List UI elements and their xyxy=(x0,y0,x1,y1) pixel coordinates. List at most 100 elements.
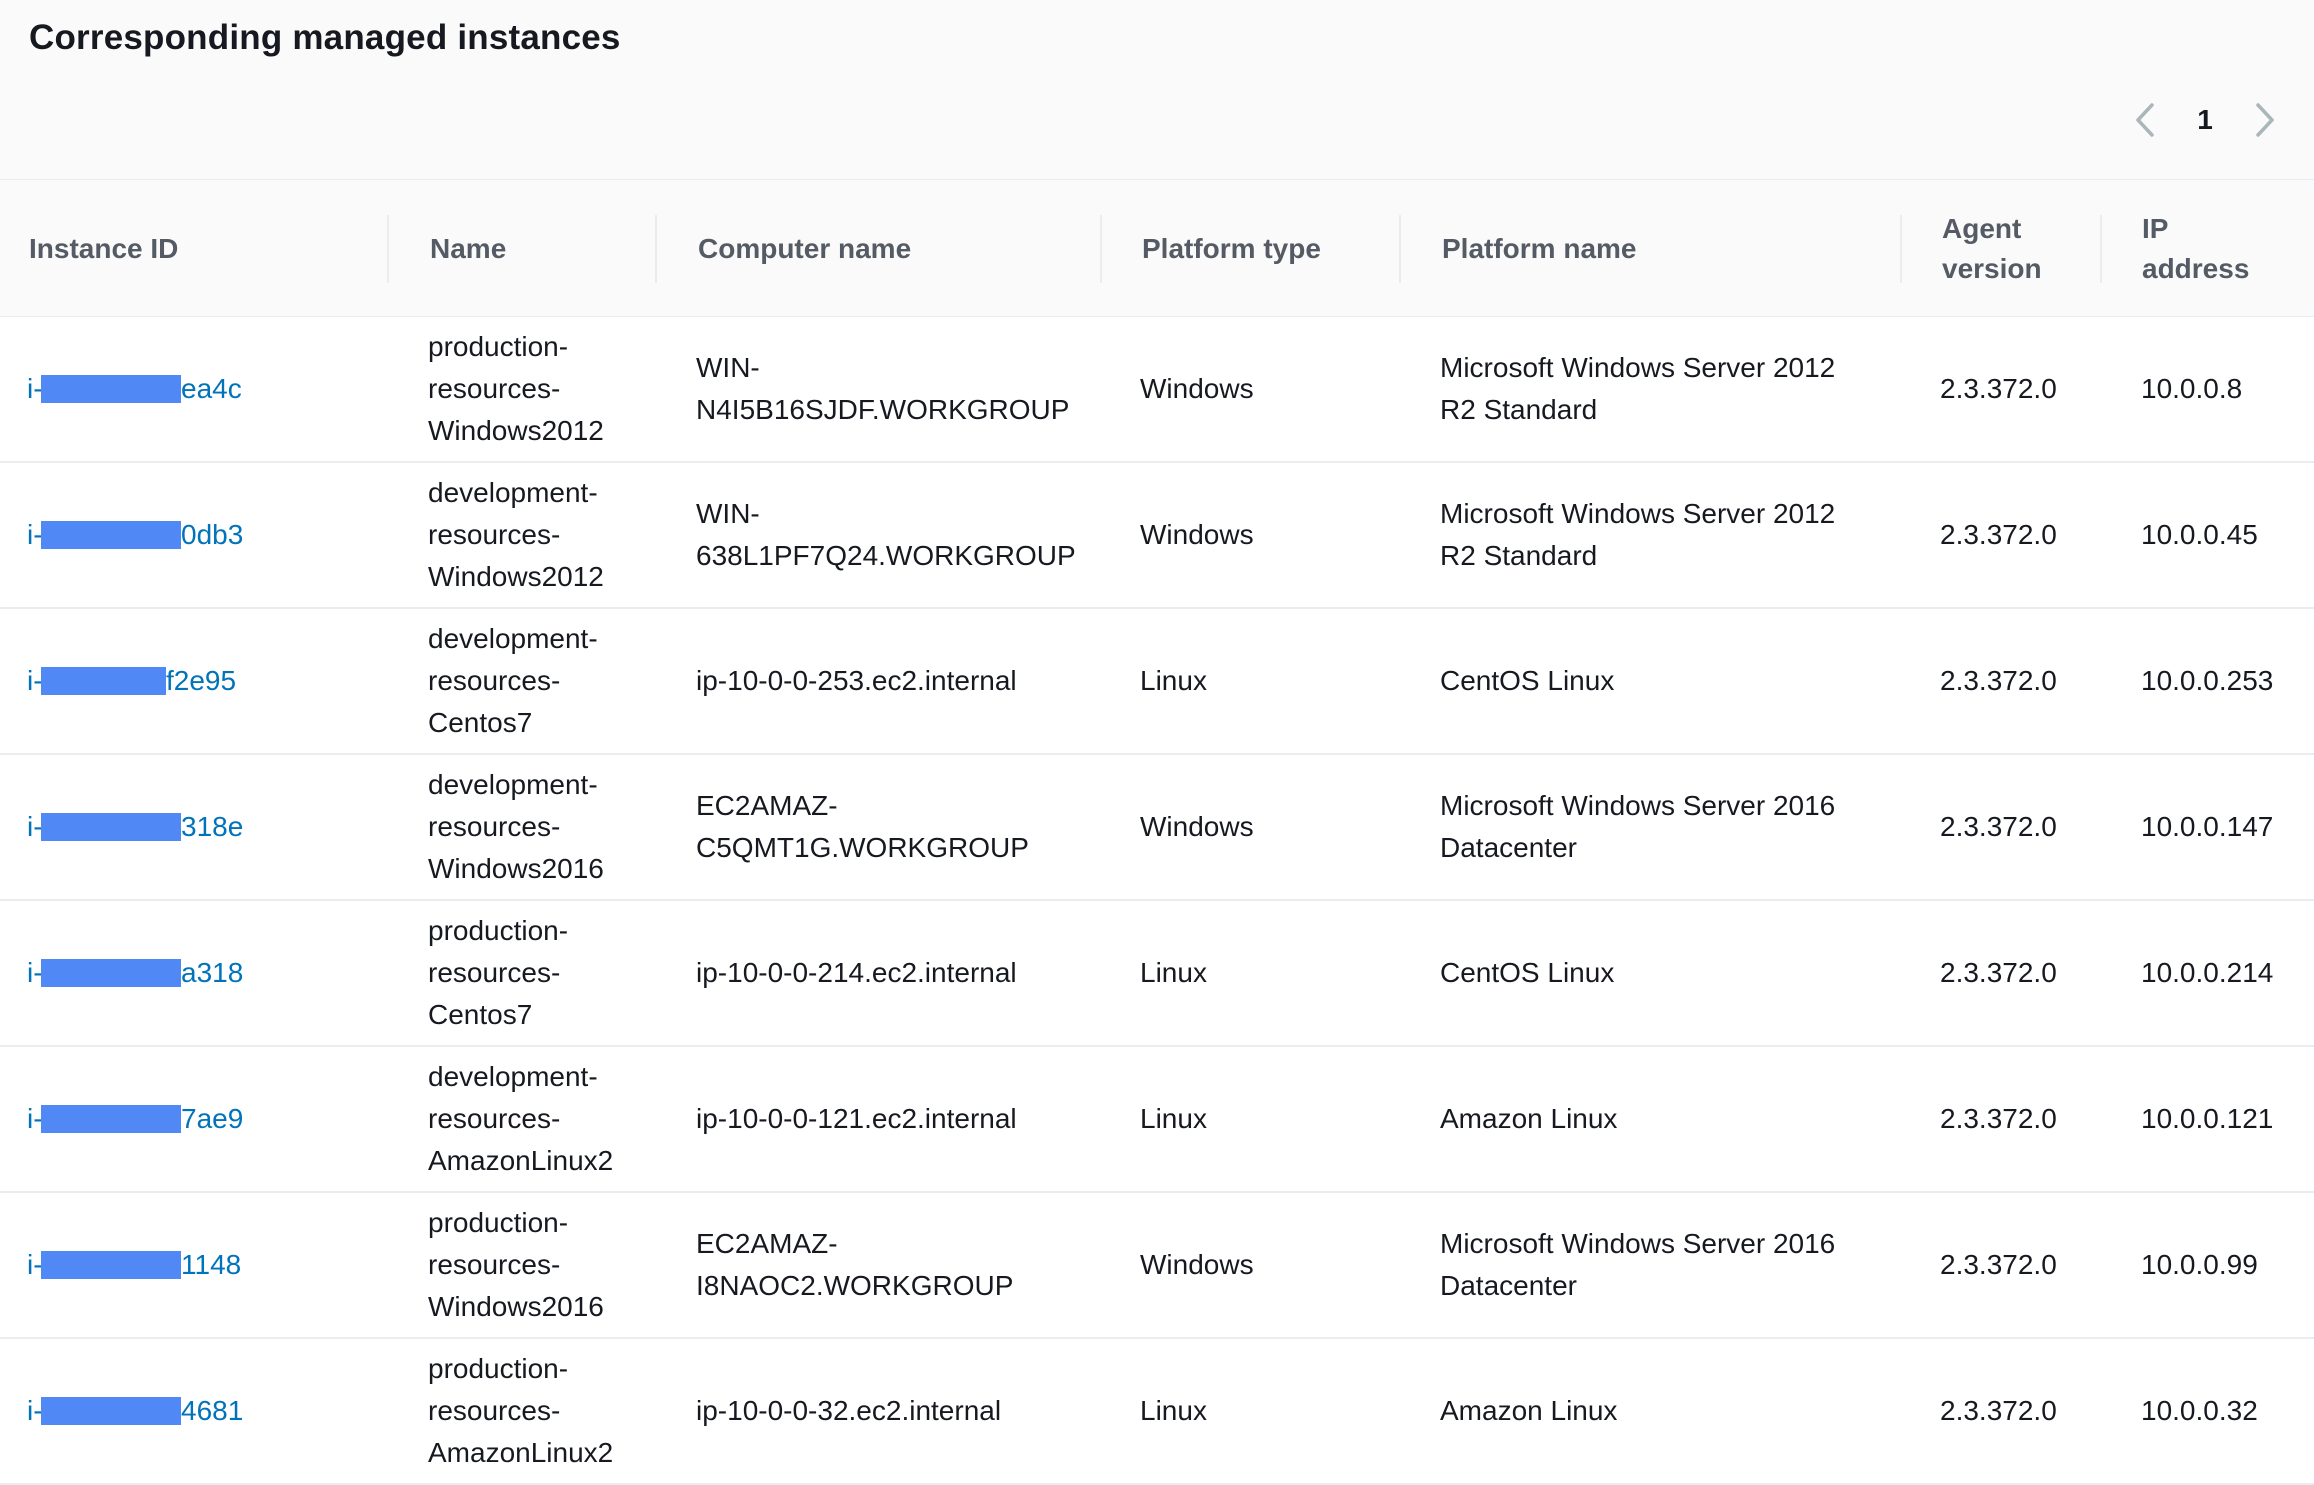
ip-address-text: 10.0.0.253 xyxy=(2141,665,2274,696)
instance-id-suffix[interactable]: 7ae9 xyxy=(181,1098,243,1140)
name-line: resources- xyxy=(428,665,561,696)
name-line: Centos7 xyxy=(428,999,533,1030)
instance-id-link[interactable]: i-f2e95 xyxy=(27,660,236,702)
column-divider xyxy=(2100,215,2102,283)
page-number[interactable]: 1 xyxy=(2170,104,2240,136)
platform-name-line: R2 Standard xyxy=(1440,540,1598,571)
instance-id-suffix[interactable]: 4681 xyxy=(181,1390,243,1432)
computer-name-line: WIN- xyxy=(696,352,760,383)
computer-name-line: ip-10-0-0-121.ec2.internal xyxy=(696,1103,1017,1134)
instance-id-link[interactable]: i- 1148 xyxy=(27,1244,241,1286)
instance-id-suffix[interactable]: a318 xyxy=(181,952,243,994)
name-text: development-resources- Windows2012 xyxy=(428,472,604,598)
column-header-instance-id[interactable]: Instance ID xyxy=(29,180,359,317)
platform-name-cell: CentOS Linux xyxy=(1440,901,1890,1045)
instance-id-suffix[interactable]: 318e xyxy=(181,806,243,848)
ip-address-text: 10.0.0.8 xyxy=(2141,373,2243,404)
computer-name-cell: EC2AMAZ- I8NAOC2.WORKGROUP xyxy=(696,1193,1106,1337)
table-row: i- 1148 production-resources- Windows2016 EC… xyxy=(0,1193,2314,1339)
instance-id-link[interactable]: i- 4681 xyxy=(27,1390,243,1432)
pagination: 1 xyxy=(2120,96,2290,144)
platform-name-line: Datacenter xyxy=(1440,832,1577,863)
agent-version-text: 2.3.372.0 xyxy=(1940,1103,2057,1134)
platform-name-line: Microsoft Windows Server 2016 xyxy=(1440,1228,1836,1259)
platform-name-cell: Amazon Linux xyxy=(1440,1339,1890,1483)
platform-type-cell: Windows xyxy=(1140,317,1410,461)
name-cell: development-resources- Windows2012 xyxy=(428,463,658,607)
redaction-bar xyxy=(41,959,181,987)
computer-name-cell: ip-10-0-0-121.ec2.internal xyxy=(696,1047,1106,1191)
table-row: i- 318e development-resources- Windows2016 E… xyxy=(0,755,2314,901)
table-row: i-a318 production-resources- Centos7 ip-10-… xyxy=(0,901,2314,1047)
column-header-platform-name[interactable]: Platform name xyxy=(1442,180,1882,317)
platform-type-cell: Linux xyxy=(1140,1047,1410,1191)
computer-name-line: N4I5B16SJDF.WORKGROUP xyxy=(696,394,1070,425)
name-cell: production-resources- Centos7 xyxy=(428,901,658,1045)
computer-name-text: WIN- N4I5B16SJDF.WORKGROUP xyxy=(696,347,1069,431)
computer-name-text: EC2AMAZ- C5QMT1G.WORKGROUP xyxy=(696,785,1029,869)
column-divider xyxy=(655,215,657,283)
instance-id-suffix[interactable]: ea4c xyxy=(181,368,242,410)
table-row: i-ea4c production-resources- Windows2012 WI… xyxy=(0,317,2314,463)
platform-name-cell: Microsoft Windows Server 2012 R2 Standard xyxy=(1440,317,1890,461)
redaction-bar xyxy=(41,375,181,403)
previous-page-button[interactable] xyxy=(2120,96,2170,144)
redaction-bar xyxy=(41,1105,181,1133)
computer-name-cell: WIN- N4I5B16SJDF.WORKGROUP xyxy=(696,317,1106,461)
computer-name-cell: ip-10-0-0-253.ec2.internal xyxy=(696,609,1106,753)
name-text: development-resources- AmazonLinux2 xyxy=(428,1056,613,1182)
platform-name-cell: Microsoft Windows Server 2012 R2 Standard xyxy=(1440,463,1890,607)
column-header-platform-type[interactable]: Platform type xyxy=(1142,180,1392,317)
name-line: resources- xyxy=(428,1249,561,1280)
platform-name-text: CentOS Linux xyxy=(1440,660,1614,702)
name-line: resources- xyxy=(428,811,561,842)
platform-type-cell: Linux xyxy=(1140,901,1410,1045)
instance-id-link[interactable]: i- 7ae9 xyxy=(27,1098,243,1140)
computer-name-cell: ip-10-0-0-32.ec2.internal xyxy=(696,1339,1106,1483)
computer-name-text: WIN- 638L1PF7Q24.WORKGROUP xyxy=(696,493,1076,577)
platform-name-line: CentOS Linux xyxy=(1440,665,1615,696)
platform-type-text: Windows xyxy=(1140,811,1254,842)
column-header-ip-address[interactable]: IP address xyxy=(2142,180,2302,317)
computer-name-line: ip-10-0-0-32.ec2.internal xyxy=(696,1395,1002,1426)
platform-name-line: Datacenter xyxy=(1440,1270,1577,1301)
redaction-bar xyxy=(41,667,166,695)
instance-id-cell: i- 1148 xyxy=(27,1193,387,1337)
platform-name-cell: Amazon Linux xyxy=(1440,1047,1890,1191)
name-line: Windows2016 xyxy=(428,853,604,884)
platform-type-cell: Linux xyxy=(1140,609,1410,753)
panel-header: Corresponding managed instances 1 xyxy=(0,0,2314,180)
name-text: production-resources- Centos7 xyxy=(428,910,568,1036)
platform-type-text: Linux xyxy=(1140,957,1207,988)
instance-id-suffix[interactable]: 0db3 xyxy=(181,514,243,556)
column-header-computer-name[interactable]: Computer name xyxy=(698,180,1098,317)
instance-id-suffix[interactable]: f2e95 xyxy=(166,660,236,702)
instance-id-cell: i- 4681 xyxy=(27,1339,387,1483)
platform-type-text: Linux xyxy=(1140,1395,1207,1426)
ip-address-text: 10.0.0.147 xyxy=(2141,811,2274,842)
ip-address-text: 10.0.0.121 xyxy=(2141,1103,2274,1134)
redaction-bar xyxy=(41,1251,181,1279)
platform-name-text: Amazon Linux xyxy=(1440,1098,1617,1140)
next-page-button[interactable] xyxy=(2240,96,2290,144)
name-line: Windows2016 xyxy=(428,1291,604,1322)
column-header-agent-version[interactable]: Agent version xyxy=(1942,180,2092,317)
instance-id-link[interactable]: i- 318e xyxy=(27,806,243,848)
name-line: Windows2012 xyxy=(428,415,604,446)
instance-id-cell: i- 7ae9 xyxy=(27,1047,387,1191)
name-cell: production-resources- Windows2016 xyxy=(428,1193,658,1337)
agent-version-cell: 2.3.372.0 xyxy=(1940,609,2100,753)
instance-id-link[interactable]: i-a318 xyxy=(27,952,243,994)
column-header-name[interactable]: Name xyxy=(430,180,650,317)
name-line: production- xyxy=(428,1207,569,1238)
column-divider xyxy=(1100,215,1102,283)
instance-id-link[interactable]: i-ea4c xyxy=(27,368,242,410)
name-line: development- xyxy=(428,477,598,508)
agent-version-cell: 2.3.372.0 xyxy=(1940,901,2100,1045)
ip-address-cell: 10.0.0.121 xyxy=(2141,1047,2311,1191)
name-line: production- xyxy=(428,331,569,362)
name-cell: production-resources- AmazonLinux2 xyxy=(428,1339,658,1483)
instance-id-suffix[interactable]: 1148 xyxy=(181,1244,241,1286)
agent-version-text: 2.3.372.0 xyxy=(1940,957,2057,988)
instance-id-link[interactable]: i- 0db3 xyxy=(27,514,243,556)
